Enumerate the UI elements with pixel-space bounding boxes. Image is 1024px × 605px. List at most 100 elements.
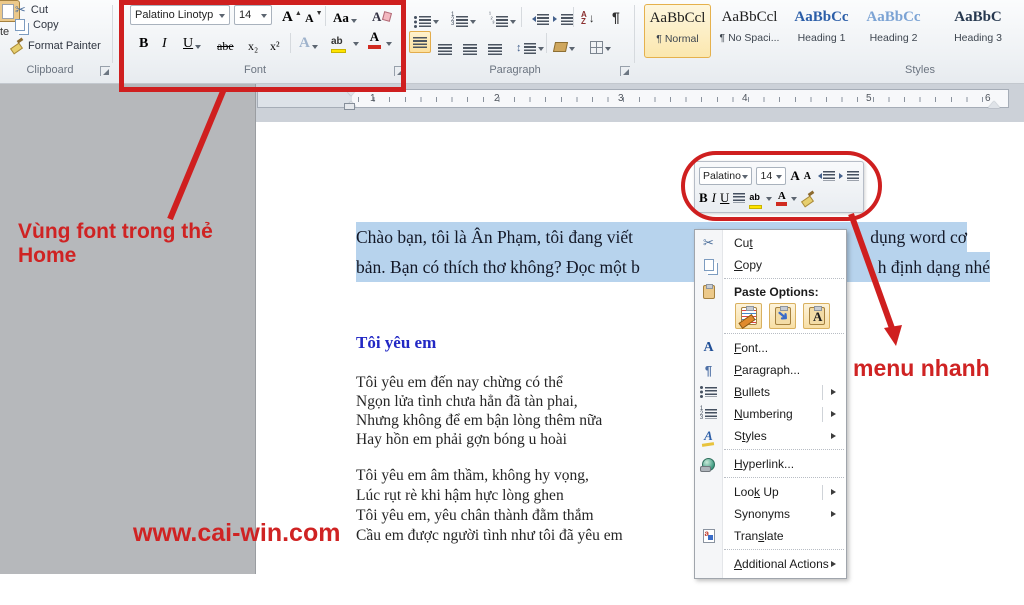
- selected-text-line2: bản. Bạn có thích thơ không? Đọc một b h…: [356, 252, 990, 282]
- paste-options-row: ➜ A: [695, 301, 846, 331]
- hyperlink-globe-icon: [700, 457, 715, 472]
- show-formatting-button[interactable]: ¶: [610, 4, 622, 26]
- sort-button[interactable]: AZ ↓: [579, 4, 597, 26]
- align-center-button[interactable]: [436, 34, 454, 56]
- align-right-button[interactable]: [461, 34, 479, 56]
- multilevel-list-button[interactable]: ¹ ² ³: [487, 6, 518, 28]
- justify-button[interactable]: [486, 34, 504, 56]
- menu-item-cut[interactable]: ✂ Cut: [695, 232, 846, 254]
- increase-indent-button[interactable]: [551, 8, 575, 30]
- shading-button[interactable]: [552, 33, 577, 55]
- chevron-down-icon: [537, 47, 544, 54]
- keep-text-icon: A: [813, 309, 823, 324]
- paste-keep-source-formatting-button[interactable]: [735, 303, 762, 329]
- format-painter-button[interactable]: Format Painter: [10, 39, 101, 52]
- bullets-icon: [700, 386, 703, 389]
- chevron-down-icon: [510, 20, 517, 27]
- align-center-icon: [438, 44, 452, 55]
- ruler-number: 3: [618, 93, 624, 104]
- menu-item-additional-actions[interactable]: Additional Actions: [695, 553, 846, 575]
- style-chip-heading1[interactable]: AaBbCc Heading 1: [788, 4, 855, 58]
- borders-button[interactable]: [588, 33, 613, 55]
- pilcrow-icon: ¶: [612, 9, 620, 25]
- numbering-button[interactable]: 123: [449, 6, 478, 28]
- menu-item-look-up[interactable]: Look Up: [695, 481, 846, 503]
- annotation-font-region-label: Vùng font trong thẻ Home: [18, 220, 213, 267]
- bullets-button[interactable]: [412, 6, 441, 28]
- menu-item-bullets[interactable]: Bullets: [695, 381, 846, 403]
- align-left-icon: [413, 36, 427, 48]
- scissors-icon: ✂: [15, 2, 26, 17]
- clipboard-dialog-launcher[interactable]: [100, 66, 110, 76]
- submenu-arrow-icon: [831, 489, 839, 495]
- right-indent-marker[interactable]: [988, 95, 1000, 108]
- style-chip-normal[interactable]: AaBbCcl ¶ Normal: [644, 4, 711, 58]
- paste-keep-text-only-button[interactable]: A: [803, 303, 830, 329]
- multilevel-list-icon: ¹ ² ³: [489, 12, 495, 28]
- poem-title: Tôi yêu em: [356, 333, 437, 352]
- annotation-mini-toolbar-oval: [681, 151, 882, 221]
- watermark: www.cai-win.com: [133, 519, 341, 547]
- poem-line: Tôi yêu em, yêu chân thành đằm thắm: [356, 507, 594, 524]
- poem-line: Ngọn lửa tình chưa hẳn đã tàn phai,: [356, 393, 578, 410]
- chevron-down-icon: [605, 47, 611, 54]
- paragraph-dialog-icon: ¶: [704, 362, 713, 378]
- numbering-icon: 123: [451, 12, 455, 28]
- style-chip-heading3[interactable]: AaBbC Heading 3: [932, 4, 1024, 58]
- submenu-arrow-icon: [831, 389, 839, 395]
- menu-paste-options-label: Paste Options:: [695, 282, 846, 301]
- copy-icon: [15, 19, 25, 31]
- styles-group-label: Styles: [905, 64, 935, 76]
- style-chip-heading2[interactable]: AaBbCc Heading 2: [860, 4, 927, 58]
- sort-icon: AZ: [581, 10, 587, 26]
- copy-icon: [703, 259, 714, 271]
- chevron-down-icon: [433, 20, 439, 27]
- ruler-number: 4: [742, 93, 748, 104]
- context-menu: ✂ Cut Copy Paste Options: ➜ A A Font... …: [694, 229, 847, 579]
- submenu-arrow-icon: [831, 411, 839, 417]
- borders-icon: [590, 41, 603, 54]
- menu-item-translate[interactable]: Translate: [695, 525, 846, 547]
- shading-bucket-icon: [552, 42, 569, 52]
- paste-merge-formatting-button[interactable]: ➜: [769, 303, 796, 329]
- submenu-arrow-icon: [831, 561, 839, 567]
- paragraph-group-label: Paragraph: [489, 64, 541, 76]
- desktop-background: [0, 84, 256, 574]
- ruler-number: 2: [494, 93, 500, 104]
- paragraph-dialog-launcher[interactable]: [620, 66, 630, 76]
- font-dialog-icon: A: [703, 340, 714, 355]
- poem-line: Hay hồn em phải gợn bóng u hoài: [356, 431, 567, 448]
- decrease-indent-button[interactable]: [527, 8, 551, 30]
- annotation-quick-menu-label: menu nhanh: [853, 355, 990, 381]
- poem-line: Tôi yêu em âm thầm, không hy vọng,: [356, 467, 589, 484]
- menu-item-font[interactable]: A Font...: [695, 337, 846, 359]
- annotation-font-group-box: [119, 0, 406, 92]
- menu-item-synonyms[interactable]: Synonyms: [695, 503, 846, 525]
- paste-label-fragment[interactable]: te: [0, 26, 9, 38]
- increase-indent-icon: [553, 16, 560, 22]
- justify-icon: [488, 44, 502, 55]
- menu-item-paragraph[interactable]: ¶ Paragraph...: [695, 359, 846, 381]
- chevron-down-icon: [470, 20, 477, 27]
- submenu-arrow-icon: [831, 511, 839, 517]
- format-painter-label: Format Painter: [28, 39, 101, 52]
- menu-item-hyperlink[interactable]: Hyperlink...: [695, 453, 846, 475]
- ruler-number: 5: [866, 93, 872, 104]
- style-chip-no-spacing[interactable]: AaBbCcl ¶ No Spaci...: [716, 4, 783, 58]
- poem-line: Nhưng không để em bận lòng thêm nữa: [356, 412, 603, 429]
- cut-button[interactable]: ✂ Cut: [15, 2, 48, 18]
- align-left-button[interactable]: [409, 31, 431, 53]
- poem-line: Cầu em được người tình như tôi đã yêu em: [356, 527, 623, 544]
- menu-item-numbering[interactable]: 123 Numbering: [695, 403, 846, 425]
- copy-button[interactable]: Copy: [15, 19, 59, 31]
- menu-item-styles[interactable]: A Styles: [695, 425, 846, 447]
- menu-item-copy[interactable]: Copy: [695, 254, 846, 276]
- align-right-icon: [463, 44, 477, 55]
- ruler-number: 1: [370, 93, 376, 104]
- chevron-down-icon: [569, 47, 575, 54]
- selected-text-line1: Chào bạn, tôi là Ân Phạm, tôi đang viết …: [356, 222, 967, 252]
- line-spacing-button[interactable]: ↕: [514, 33, 546, 55]
- cut-label: Cut: [30, 4, 49, 16]
- scissors-icon: ✂: [703, 235, 714, 250]
- left-indent-marker[interactable]: [344, 103, 355, 110]
